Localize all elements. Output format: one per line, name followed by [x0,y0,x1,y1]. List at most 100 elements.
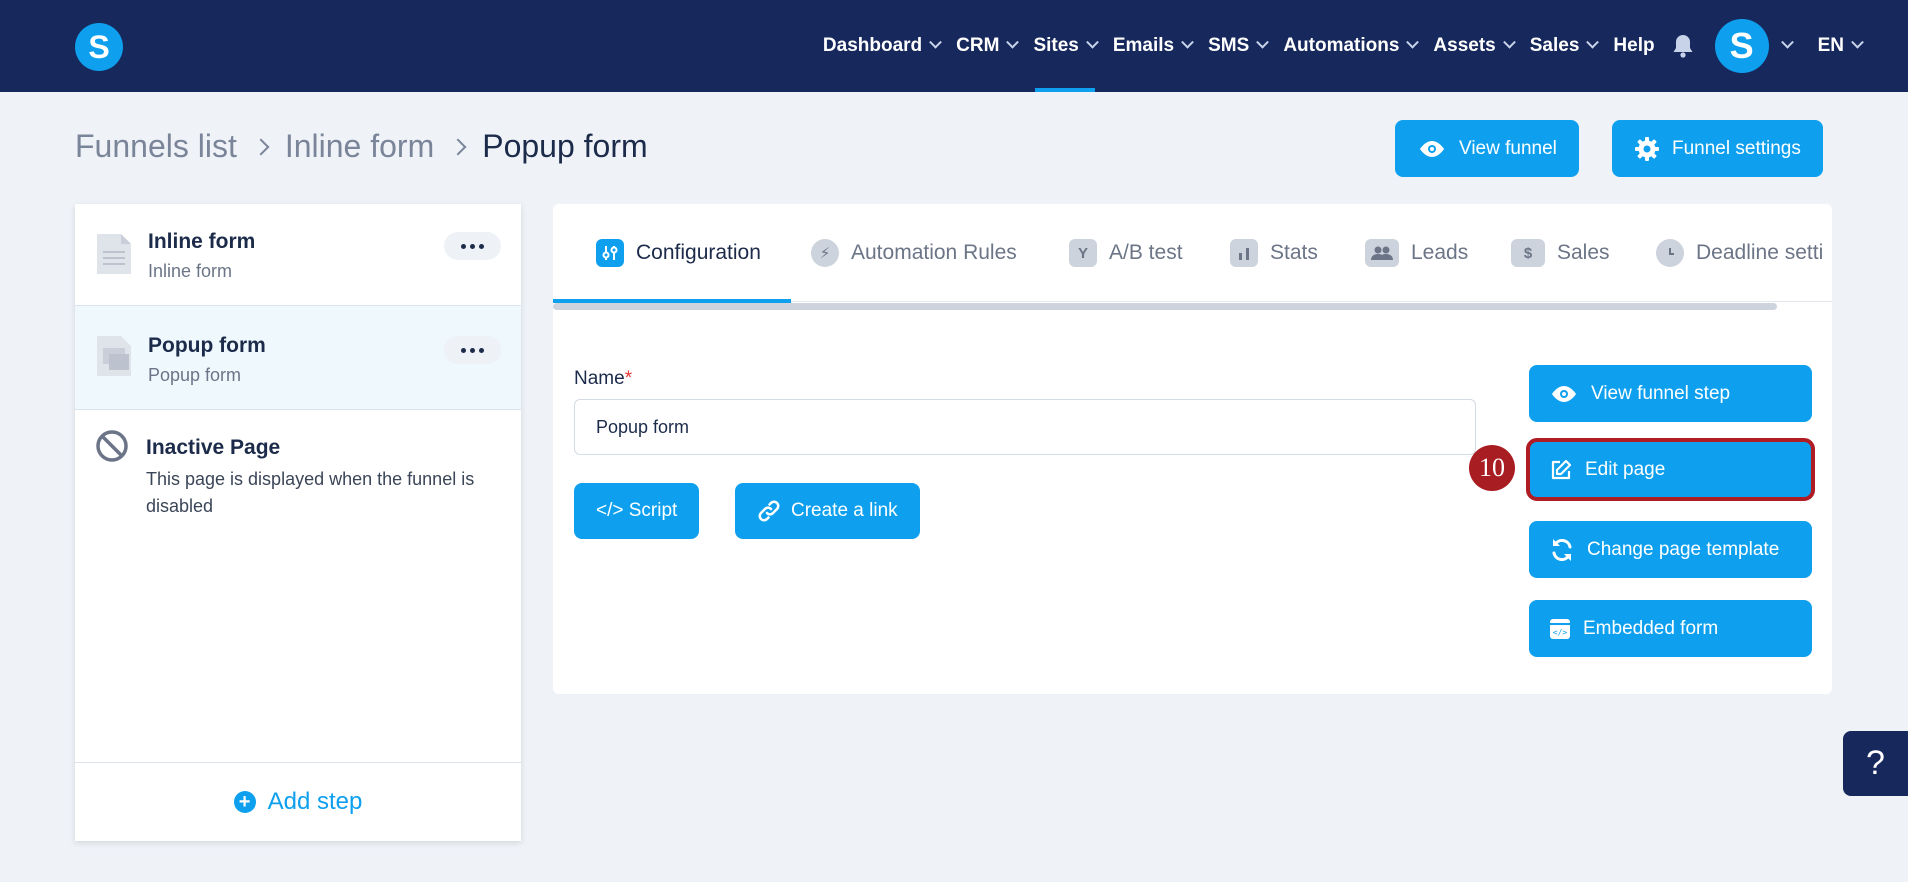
step-item-inline-form[interactable]: Inline form Inline form [75,204,521,306]
script-label: </> Script [596,500,678,521]
funnel-settings-button[interactable]: Funnel settings [1612,120,1823,177]
embedded-form-button[interactable]: </> Embedded form [1529,600,1812,657]
chevron-right-icon [449,138,467,155]
split-icon: Y [1069,239,1097,267]
chevron-right-icon [252,138,270,155]
tab-sales[interactable]: $ Sales [1511,204,1610,302]
main-nav: Dashboard CRM Sites Emails SMS Automatio… [815,0,1908,92]
edit-page-label: Edit page [1585,458,1666,480]
funnel-steps-panel: Inline form Inline form Popup form Popup… [75,204,521,841]
tab-label: Configuration [636,241,761,264]
tab-label: Stats [1270,241,1318,264]
app-logo[interactable]: S [75,23,123,71]
nav-label: SMS [1208,35,1250,56]
svg-text:</>: </> [1553,628,1568,637]
nav-dashboard[interactable]: Dashboard [815,0,948,92]
edit-icon [1551,459,1572,479]
page-icon [95,232,133,281]
page-title: Popup form [482,128,648,164]
tab-leads[interactable]: Leads [1365,204,1468,302]
tabs-scrollbar[interactable] [553,303,1777,310]
tab-label: Deadline setti [1696,241,1824,264]
step-number-badge: 10 [1469,445,1515,491]
edit-page-button[interactable]: Edit page [1526,438,1815,501]
eye-icon [1552,385,1576,402]
embedded-form-label: Embedded form [1583,617,1719,639]
view-funnel-label: View funnel [1459,137,1557,159]
chevron-down-icon [1006,35,1020,49]
help-widget-button[interactable]: ? [1843,731,1908,796]
chevron-down-icon [1502,35,1516,49]
language-label: EN [1817,35,1844,56]
step-config-panel: Configuration ⚡ Automation Rules Y A/B t… [553,204,1832,694]
more-options-icon[interactable] [444,232,501,260]
chevron-down-icon[interactable] [1780,35,1794,49]
nav-label: Assets [1433,35,1496,56]
create-link-label: Create a link [791,500,898,521]
view-funnel-step-button[interactable]: View funnel step [1529,365,1812,422]
change-page-template-button[interactable]: Change page template [1529,521,1812,578]
bar-chart-icon [1230,239,1258,267]
nav-label: Dashboard [822,35,923,56]
nav-label: Emails [1112,35,1175,56]
breadcrumb: Funnels list Inline form Popup form [75,128,648,165]
language-selector[interactable]: EN [1810,0,1870,92]
step-title: Inline form [148,230,256,253]
avatar[interactable]: S [1714,19,1769,73]
inactive-page-description: This page is displayed when the funnel i… [146,469,475,516]
top-navbar: S Dashboard CRM Sites Emails SMS Automat… [0,0,1908,92]
funnel-settings-label: Funnel settings [1672,137,1801,159]
nav-sites[interactable]: Sites [1025,0,1104,92]
code-window-icon: </> [1550,618,1570,639]
dollar-icon: $ [1511,239,1545,267]
tab-automation-rules[interactable]: ⚡ Automation Rules [811,204,1017,302]
nav-label: Sales [1529,35,1580,56]
script-button[interactable]: </> Script [574,483,700,539]
tab-label: Leads [1411,241,1469,264]
chevron-down-icon [1085,35,1099,49]
chevron-down-icon [1406,35,1420,49]
link-icon [758,500,780,522]
chevron-down-icon [1256,35,1270,49]
nav-label: CRM [956,35,1000,56]
nav-emails[interactable]: Emails [1105,0,1200,92]
nav-assets[interactable]: Assets [1425,0,1521,92]
nav-sms[interactable]: SMS [1200,0,1275,92]
sliders-icon [596,239,624,267]
chevron-down-icon [1181,35,1194,49]
chevron-down-icon [929,35,943,49]
required-mark: * [624,368,633,389]
add-step-button[interactable]: + Add step [75,762,521,841]
chevron-down-icon [1586,35,1600,49]
clock-icon [1656,239,1684,267]
nav-sales[interactable]: Sales [1522,0,1606,92]
tab-configuration[interactable]: Configuration [596,204,761,302]
tab-deadline-settings[interactable]: Deadline setti [1656,204,1823,302]
nav-label: Automations [1283,35,1400,56]
eye-icon [1420,140,1444,157]
bolt-icon: ⚡ [811,239,839,267]
step-title: Popup form [148,334,266,357]
nav-label: Help [1613,35,1655,56]
breadcrumb-inline-form[interactable]: Inline form [285,128,434,165]
create-link-button[interactable]: Create a link [735,483,920,539]
tab-label: Automation Rules [851,241,1017,264]
nav-help[interactable]: Help [1605,0,1662,92]
add-step-label: Add step [267,788,363,815]
more-options-icon[interactable] [444,336,501,364]
breadcrumb-funnels-list[interactable]: Funnels list [75,128,237,165]
chevron-down-icon [1851,35,1864,49]
bell-icon[interactable] [1663,34,1703,58]
step-subtitle: Inline form [148,261,233,281]
tab-bar: Configuration ⚡ Automation Rules Y A/B t… [553,204,1832,303]
step-item-popup-form[interactable]: Popup form Popup form [75,306,521,410]
step-subtitle: Popup form [148,365,242,385]
nav-crm[interactable]: CRM [948,0,1025,92]
tab-stats[interactable]: Stats [1230,204,1318,302]
tab-ab-test[interactable]: Y A/B test [1069,204,1183,302]
block-icon [95,429,129,468]
name-input[interactable] [574,399,1476,455]
nav-automations[interactable]: Automations [1275,0,1425,92]
refresh-icon [1552,538,1572,561]
view-funnel-button[interactable]: View funnel [1395,120,1579,177]
